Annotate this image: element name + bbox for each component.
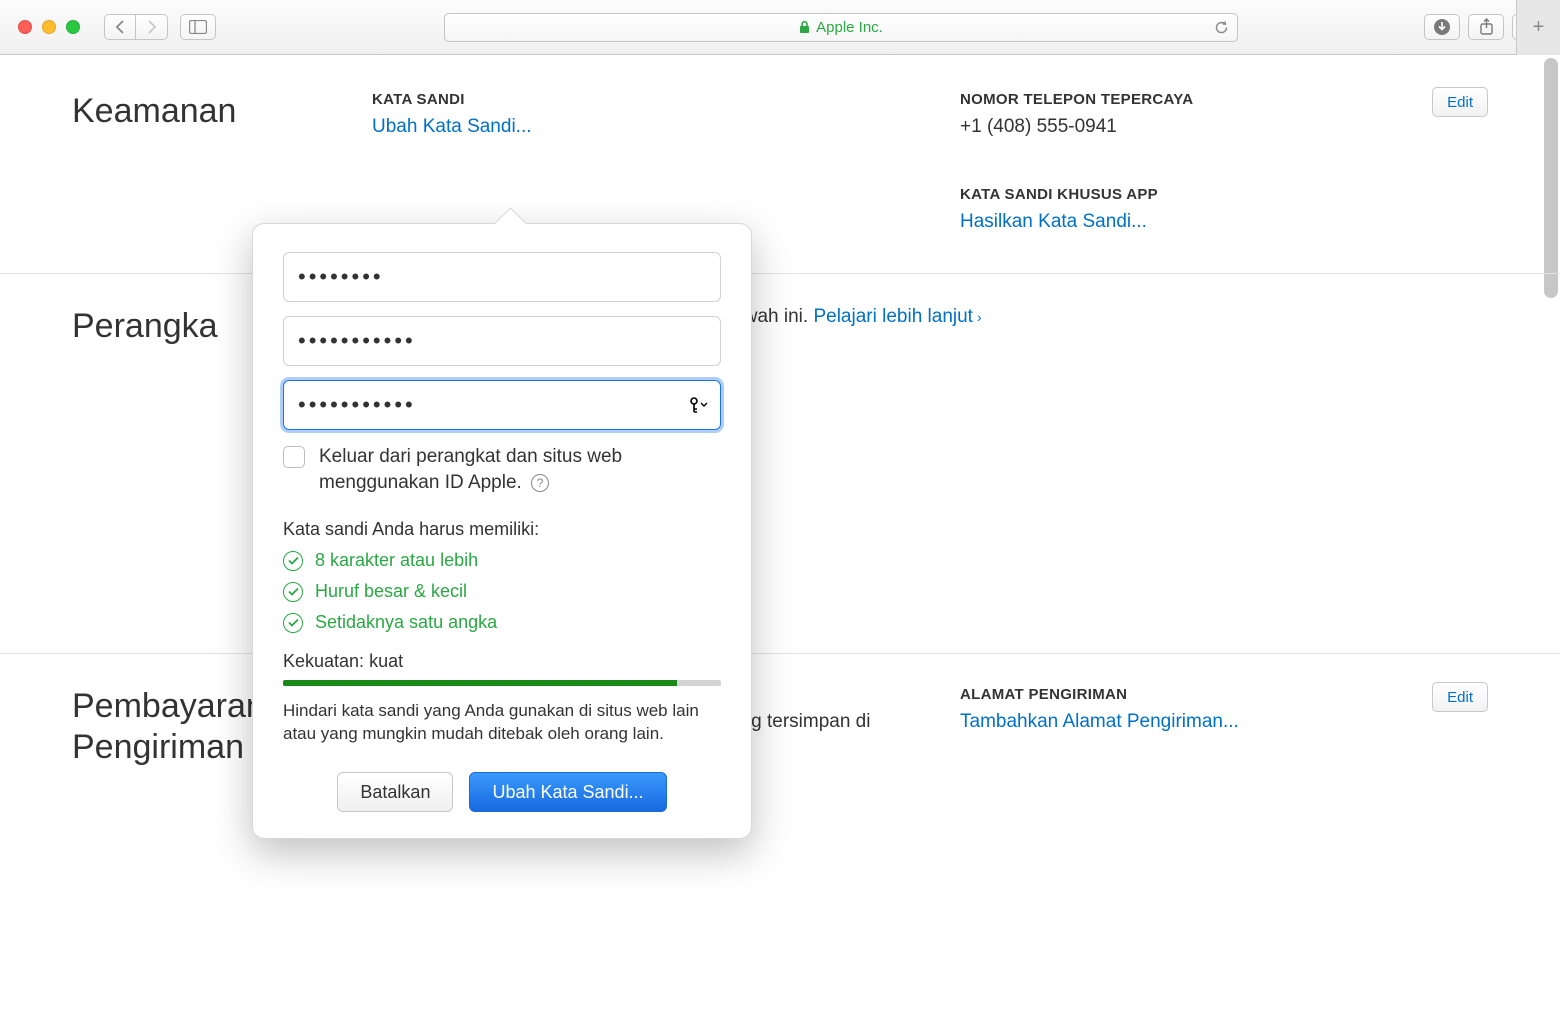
- change-password-submit-button[interactable]: Ubah Kata Sandi...: [469, 772, 666, 812]
- window-close-button[interactable]: [18, 20, 32, 34]
- password-key-icon[interactable]: [689, 397, 708, 413]
- help-icon[interactable]: ?: [531, 474, 549, 492]
- downloads-button[interactable]: [1424, 14, 1460, 40]
- window-minimize-button[interactable]: [42, 20, 56, 34]
- confirm-password-input[interactable]: •••••••••••: [283, 380, 721, 430]
- payment-edit-button[interactable]: Edit: [1432, 682, 1488, 712]
- learn-more-link[interactable]: Pelajari lebih lanjut›: [813, 306, 981, 327]
- section-payment: Pembayaran & Pengiriman METODE PEMBAYARA…: [0, 653, 1560, 823]
- trusted-phone-value: +1 (408) 555-0941: [960, 116, 1488, 138]
- signout-checkbox-label: Keluar dari perangkat dan situs web meng…: [319, 444, 721, 495]
- address-bar-text: Apple Inc.: [816, 19, 883, 36]
- new-tab-button[interactable]: +: [1516, 0, 1560, 55]
- change-password-popover: •••••••• ••••••••••• ••••••••••• Keluar …: [252, 223, 752, 839]
- cancel-button[interactable]: Batalkan: [337, 772, 453, 812]
- password-advice-text: Hindari kata sandi yang Anda gunakan di …: [283, 700, 721, 746]
- check-icon: [283, 613, 303, 633]
- section-devices: Perangka t di bawah ini. Pelajari lebih …: [0, 273, 1560, 653]
- change-password-link[interactable]: Ubah Kata Sandi...: [372, 116, 900, 138]
- app-password-heading: KATA SANDI KHUSUS APP: [960, 186, 1488, 203]
- password-requirements-title: Kata sandi Anda harus memiliki:: [283, 519, 721, 540]
- check-icon: [283, 551, 303, 571]
- current-password-input[interactable]: ••••••••: [283, 252, 721, 302]
- page-content: Keamanan KATA SANDI Ubah Kata Sandi... E…: [0, 55, 1560, 823]
- password-req-number: Setidaknya satu angka: [283, 612, 721, 633]
- nav-back-button[interactable]: [104, 14, 136, 40]
- chevron-right-icon: ›: [977, 309, 982, 325]
- nav-back-forward: [104, 14, 168, 40]
- section-security: Keamanan KATA SANDI Ubah Kata Sandi... E…: [0, 55, 1560, 273]
- check-icon: [283, 582, 303, 602]
- password-heading: KATA SANDI: [372, 91, 900, 108]
- nav-forward-button[interactable]: [136, 14, 168, 40]
- address-bar[interactable]: Apple Inc.: [444, 13, 1238, 42]
- security-edit-button[interactable]: Edit: [1432, 87, 1488, 117]
- add-shipping-link[interactable]: Tambahkan Alamat Pengiriman...: [960, 711, 1488, 733]
- window-maximize-button[interactable]: [66, 20, 80, 34]
- sidebar-toggle-button[interactable]: [180, 14, 216, 40]
- password-strength-label: Kekuatan: kuat: [283, 651, 721, 672]
- password-strength-bar: [283, 680, 721, 686]
- browser-toolbar: Apple Inc. +: [0, 0, 1560, 55]
- window-controls: [18, 20, 80, 34]
- reload-icon[interactable]: [1214, 20, 1229, 35]
- shipping-heading: ALAMAT PENGIRIMAN: [960, 686, 1488, 703]
- share-button[interactable]: [1468, 14, 1504, 40]
- section-title-security: Keamanan: [72, 91, 372, 233]
- lock-icon: [799, 21, 810, 34]
- password-req-case: Huruf besar & kecil: [283, 581, 721, 602]
- signout-checkbox[interactable]: [283, 446, 305, 468]
- new-password-input[interactable]: •••••••••••: [283, 316, 721, 366]
- trusted-phone-heading: NOMOR TELEPON TEPERCAYA: [960, 91, 1488, 108]
- password-req-length: 8 karakter atau lebih: [283, 550, 721, 571]
- generate-password-link[interactable]: Hasilkan Kata Sandi...: [960, 211, 1488, 233]
